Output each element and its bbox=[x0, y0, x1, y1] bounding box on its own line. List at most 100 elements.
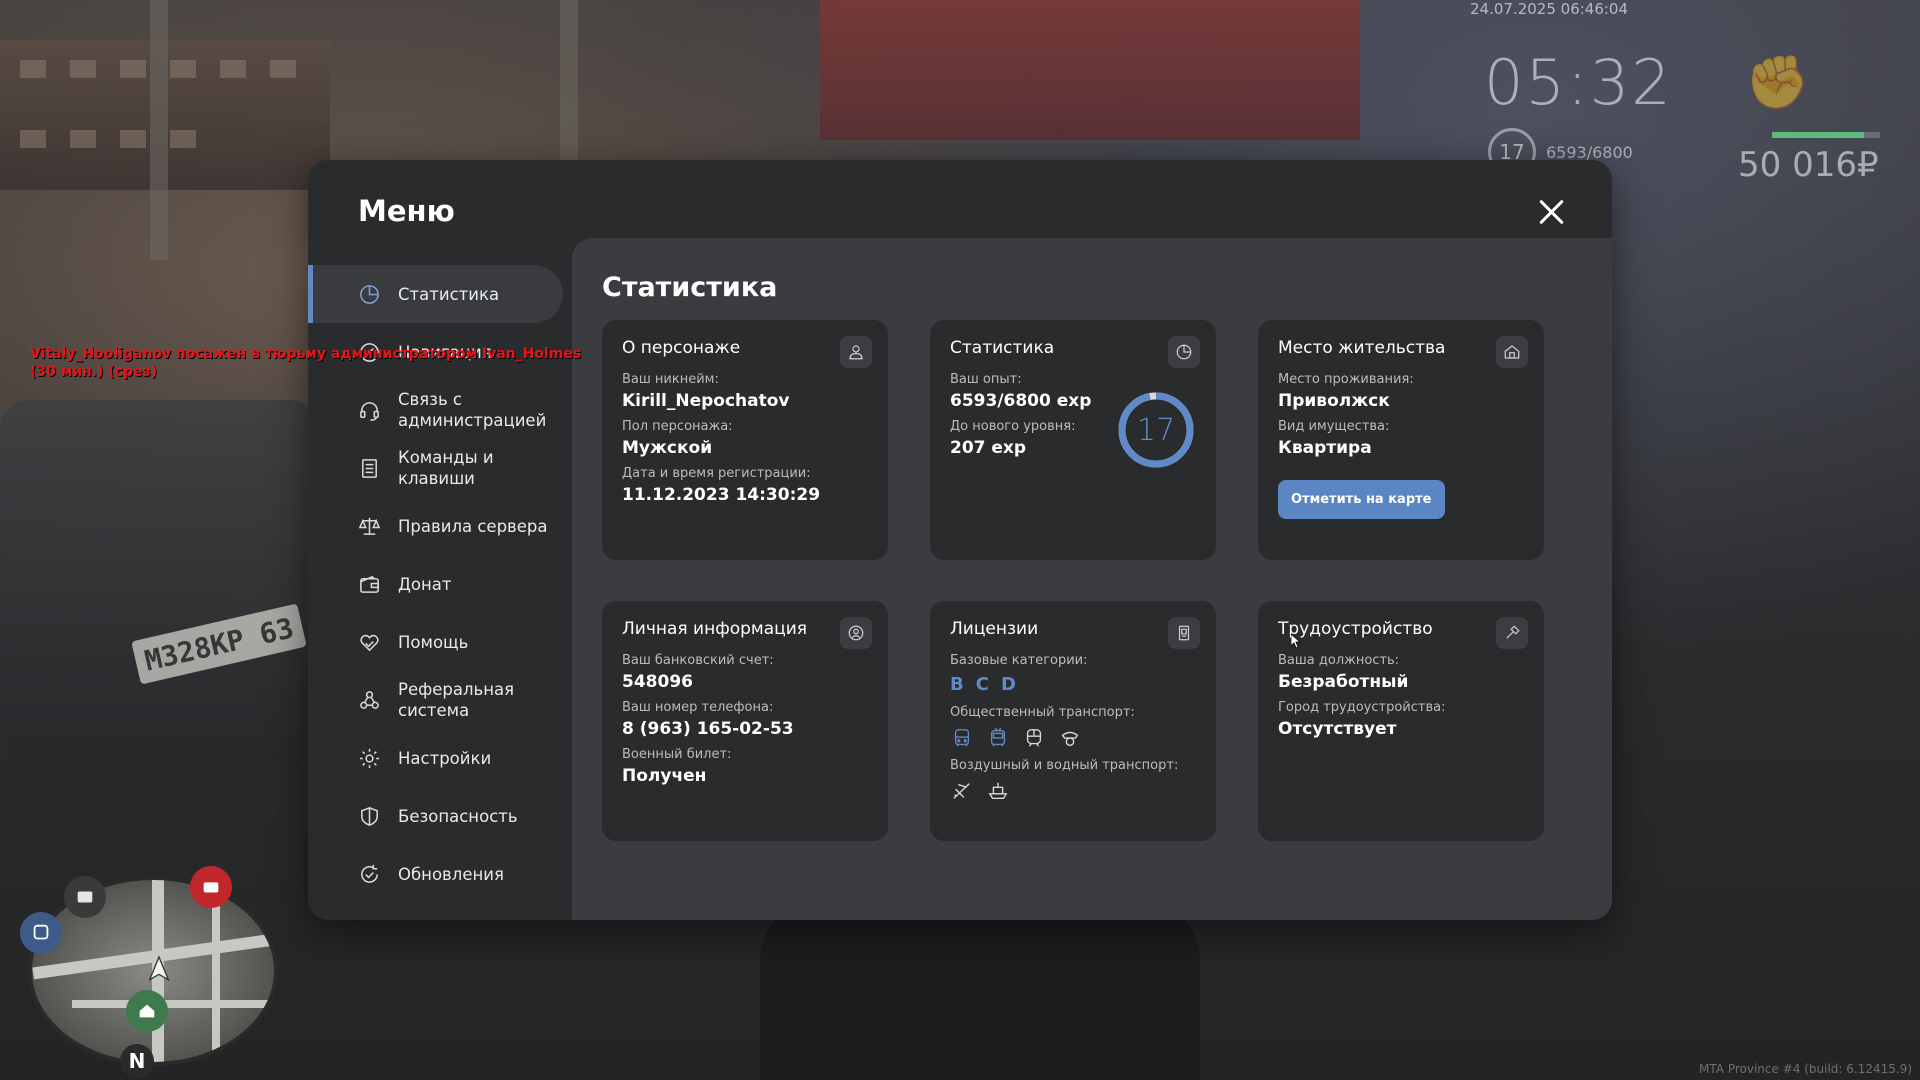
bank-account-label: Ваш банковский счет: bbox=[622, 653, 774, 668]
military-id-value: Получен bbox=[622, 766, 707, 786]
public-transport-label: Общественный транспорт: bbox=[950, 705, 1135, 720]
card-statistics: Статистика Ваш опыт: 6593/6800 exp До но… bbox=[930, 320, 1216, 560]
hammer-icon bbox=[1496, 617, 1528, 649]
card-character: О персонаже Ваш никнейм: Kirill_Nepochat… bbox=[602, 320, 888, 560]
bus-icon bbox=[20, 912, 62, 954]
chat-message: Vitaly_Hooliganov посажен в тюрьму админ… bbox=[30, 346, 582, 380]
air-water-transport-label: Воздушный и водный транспорт: bbox=[950, 758, 1179, 773]
radio-icon bbox=[190, 866, 232, 908]
nav-item-label: Статистика bbox=[398, 284, 500, 304]
nav-item-referral[interactable]: Реферальная система bbox=[308, 671, 563, 729]
house-icon bbox=[1496, 336, 1528, 368]
job-position-label: Ваша должность: bbox=[1278, 653, 1400, 668]
bank-account-value: 548096 bbox=[622, 672, 693, 692]
category-b: B bbox=[950, 674, 964, 695]
job-city-label: Город трудоустройства: bbox=[1278, 700, 1446, 715]
nav-item-label: Команды и клавиши bbox=[398, 448, 494, 488]
card-personal-info: Личная информация Ваш банковский счет: 5… bbox=[602, 601, 888, 841]
nav-item-commands[interactable]: Команды и клавиши bbox=[308, 439, 563, 497]
hud-money: 50 016₽ bbox=[1738, 145, 1879, 185]
headset-icon bbox=[356, 397, 382, 423]
fist-icon: ✊ bbox=[1745, 53, 1810, 113]
card-title: Место жительства bbox=[1278, 338, 1446, 358]
scales-icon bbox=[356, 513, 382, 539]
wallet-icon bbox=[356, 571, 382, 597]
health-bar-fill bbox=[1772, 132, 1864, 138]
nav-item-security[interactable]: Безопасность bbox=[308, 787, 563, 845]
job-city-value: Отсутствует bbox=[1278, 719, 1397, 739]
nav-item-label: Связь с администрацией bbox=[398, 390, 547, 430]
north-indicator: N bbox=[120, 1044, 154, 1078]
nav-item-label: Реферальная система bbox=[398, 680, 515, 720]
ship-icon bbox=[986, 779, 1010, 803]
phone-label: Ваш номер телефона: bbox=[622, 700, 774, 715]
menu-title: Меню bbox=[358, 194, 455, 228]
card-licenses: Лицензии Базовые категории: B C D Общест… bbox=[930, 601, 1216, 841]
category-d: D bbox=[1000, 674, 1016, 695]
nav-item-label: Безопасность bbox=[398, 806, 518, 826]
background-pole bbox=[150, 0, 168, 260]
mark-on-map-button[interactable]: Отметить на карте bbox=[1278, 480, 1445, 519]
people-network-icon bbox=[356, 687, 382, 713]
airplane-icon bbox=[950, 779, 974, 803]
nav-item-statistics[interactable]: Статистика bbox=[308, 265, 563, 323]
exp-label: Ваш опыт: bbox=[950, 372, 1022, 387]
job-position-value: Безработный bbox=[1278, 672, 1409, 692]
background-car bbox=[0, 400, 320, 760]
hud-datetime: 24.07.2025 06:46:04 bbox=[1470, 0, 1629, 18]
gender-value: Мужской bbox=[622, 438, 713, 458]
nav-item-help[interactable]: Помощь bbox=[308, 613, 563, 671]
nav-item-label: Донат bbox=[398, 574, 452, 594]
base-categories-label: Базовые категории: bbox=[950, 653, 1088, 668]
card-title: О персонаже bbox=[622, 338, 741, 358]
train-icon bbox=[1022, 726, 1046, 750]
nickname-label: Ваш никнейм: bbox=[622, 372, 719, 387]
mouse-cursor-icon bbox=[1291, 634, 1301, 648]
shield-icon bbox=[356, 803, 382, 829]
military-id-label: Военный билет: bbox=[622, 747, 732, 762]
gear-icon bbox=[356, 745, 382, 771]
card-title: Лицензии bbox=[950, 619, 1039, 639]
nav-item-rules[interactable]: Правила сервера bbox=[308, 497, 563, 555]
player-character bbox=[760, 900, 1200, 1080]
property-type-label: Вид имущества: bbox=[1278, 419, 1390, 434]
residence-place-label: Место проживания: bbox=[1278, 372, 1414, 387]
pie-chart-icon bbox=[1168, 336, 1200, 368]
menu-window: Меню Статистика Навигация Связь с админи… bbox=[308, 160, 1612, 920]
driver-cap-icon bbox=[1058, 726, 1082, 750]
air-water-transport-icons bbox=[950, 779, 1196, 803]
card-title: Статистика bbox=[950, 338, 1055, 358]
nav-item-label: Настройки bbox=[398, 748, 492, 768]
refresh-check-icon bbox=[356, 861, 382, 887]
nav-item-label: Обновления bbox=[398, 864, 504, 884]
player-arrow-icon bbox=[138, 948, 180, 990]
property-type-value: Квартира bbox=[1278, 438, 1372, 458]
close-button[interactable] bbox=[1530, 190, 1574, 234]
gender-label: Пол персонажа: bbox=[622, 419, 733, 434]
license-doc-icon bbox=[1168, 617, 1200, 649]
trolleybus-icon bbox=[986, 726, 1010, 750]
public-transport-icons bbox=[950, 726, 1196, 750]
user-icon bbox=[840, 336, 872, 368]
nav-item-label: Помощь bbox=[398, 632, 469, 652]
bus-icon bbox=[950, 726, 974, 750]
level-number: 17 bbox=[1136, 412, 1176, 448]
nav-item-updates[interactable]: Обновления bbox=[308, 845, 563, 903]
nav-item-donate[interactable]: Донат bbox=[308, 555, 563, 613]
nav-item-admin-contact[interactable]: Связь с администрацией bbox=[308, 381, 563, 439]
content-panel: Статистика О персонаже Ваш никнейм: Kiri… bbox=[572, 238, 1612, 920]
map-marker-icon bbox=[64, 876, 106, 918]
content-title: Статистика bbox=[602, 272, 778, 303]
card-title: Трудоустройство bbox=[1278, 619, 1433, 639]
home-map-icon bbox=[126, 990, 168, 1032]
phone-value: 8 (963) 165-02-53 bbox=[622, 719, 794, 739]
background-storefront bbox=[820, 0, 1360, 140]
license-categories: B C D bbox=[950, 674, 1196, 695]
card-title: Личная информация bbox=[622, 619, 808, 639]
health-bar bbox=[1772, 132, 1880, 138]
nav-item-label: Правила сервера bbox=[398, 516, 548, 536]
handshake-heart-icon bbox=[356, 629, 382, 655]
nickname-value: Kirill_Nepochatov bbox=[622, 391, 790, 411]
nav-item-settings[interactable]: Настройки bbox=[308, 729, 563, 787]
category-c: C bbox=[975, 674, 989, 695]
